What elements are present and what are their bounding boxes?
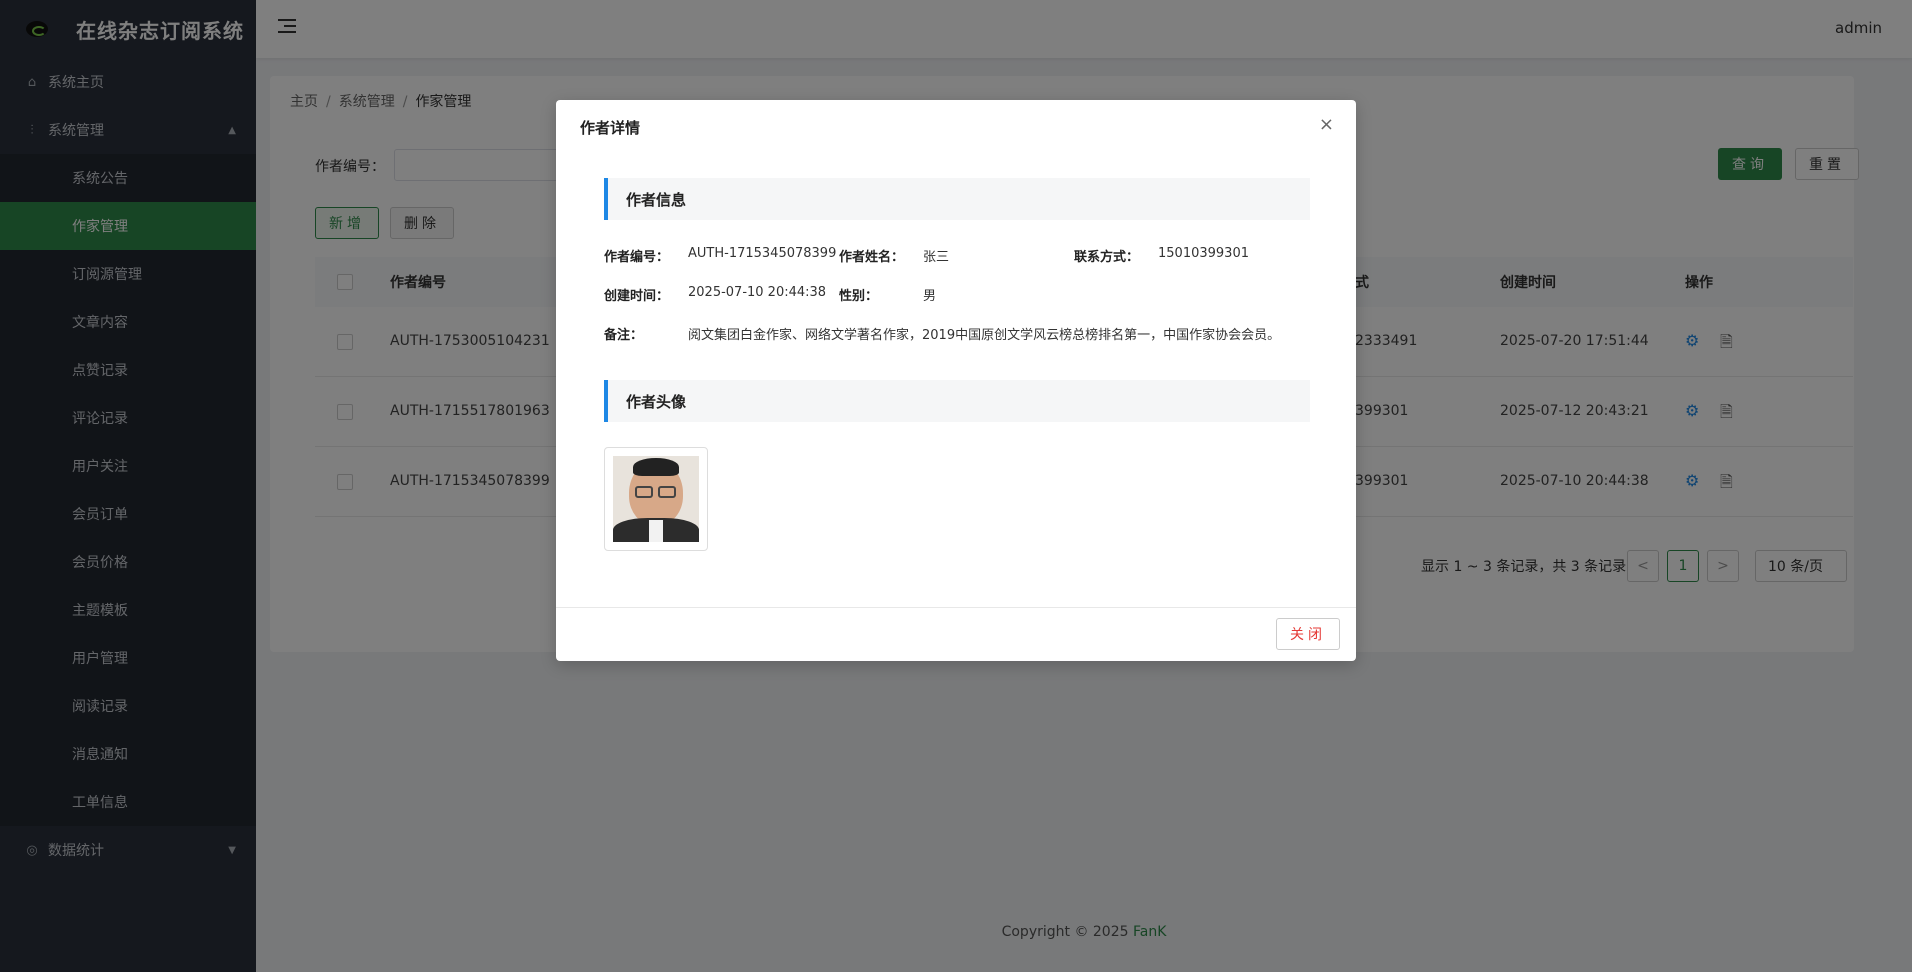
- remark-value: 阅文集团白金作家、网络文学著名作家，2019中国原创文学风云榜总榜排名第一，中国…: [688, 328, 1281, 343]
- contact-value: 15010399301: [1158, 246, 1249, 261]
- gender-label: 性别：: [839, 289, 879, 304]
- contact-label: 联系方式：: [1074, 250, 1140, 265]
- created-label: 创建时间：: [604, 289, 670, 304]
- gender-value: 男: [923, 289, 937, 304]
- modal-divider: [556, 607, 1356, 608]
- modal-title: 作者详情: [580, 119, 641, 137]
- author-photo: [613, 456, 699, 542]
- close-icon[interactable]: ×: [1319, 116, 1334, 134]
- avatar[interactable]: [604, 447, 708, 551]
- author-id-label: 作者编号：: [604, 250, 670, 265]
- author-name-label: 作者姓名：: [839, 250, 905, 265]
- section-author-info: 作者信息: [604, 178, 1310, 220]
- author-name-value: 张三: [923, 250, 950, 265]
- author-id-value: AUTH-1715345078399: [688, 246, 837, 261]
- created-value: 2025-07-10 20:44:38: [688, 285, 827, 300]
- author-detail-modal: 作者详情 × 作者信息 作者编号： AUTH-1715345078399 作者姓…: [556, 100, 1356, 661]
- close-button[interactable]: 关闭: [1276, 618, 1340, 650]
- remark-label: 备注：: [604, 328, 644, 343]
- section-author-avatar: 作者头像: [604, 380, 1310, 422]
